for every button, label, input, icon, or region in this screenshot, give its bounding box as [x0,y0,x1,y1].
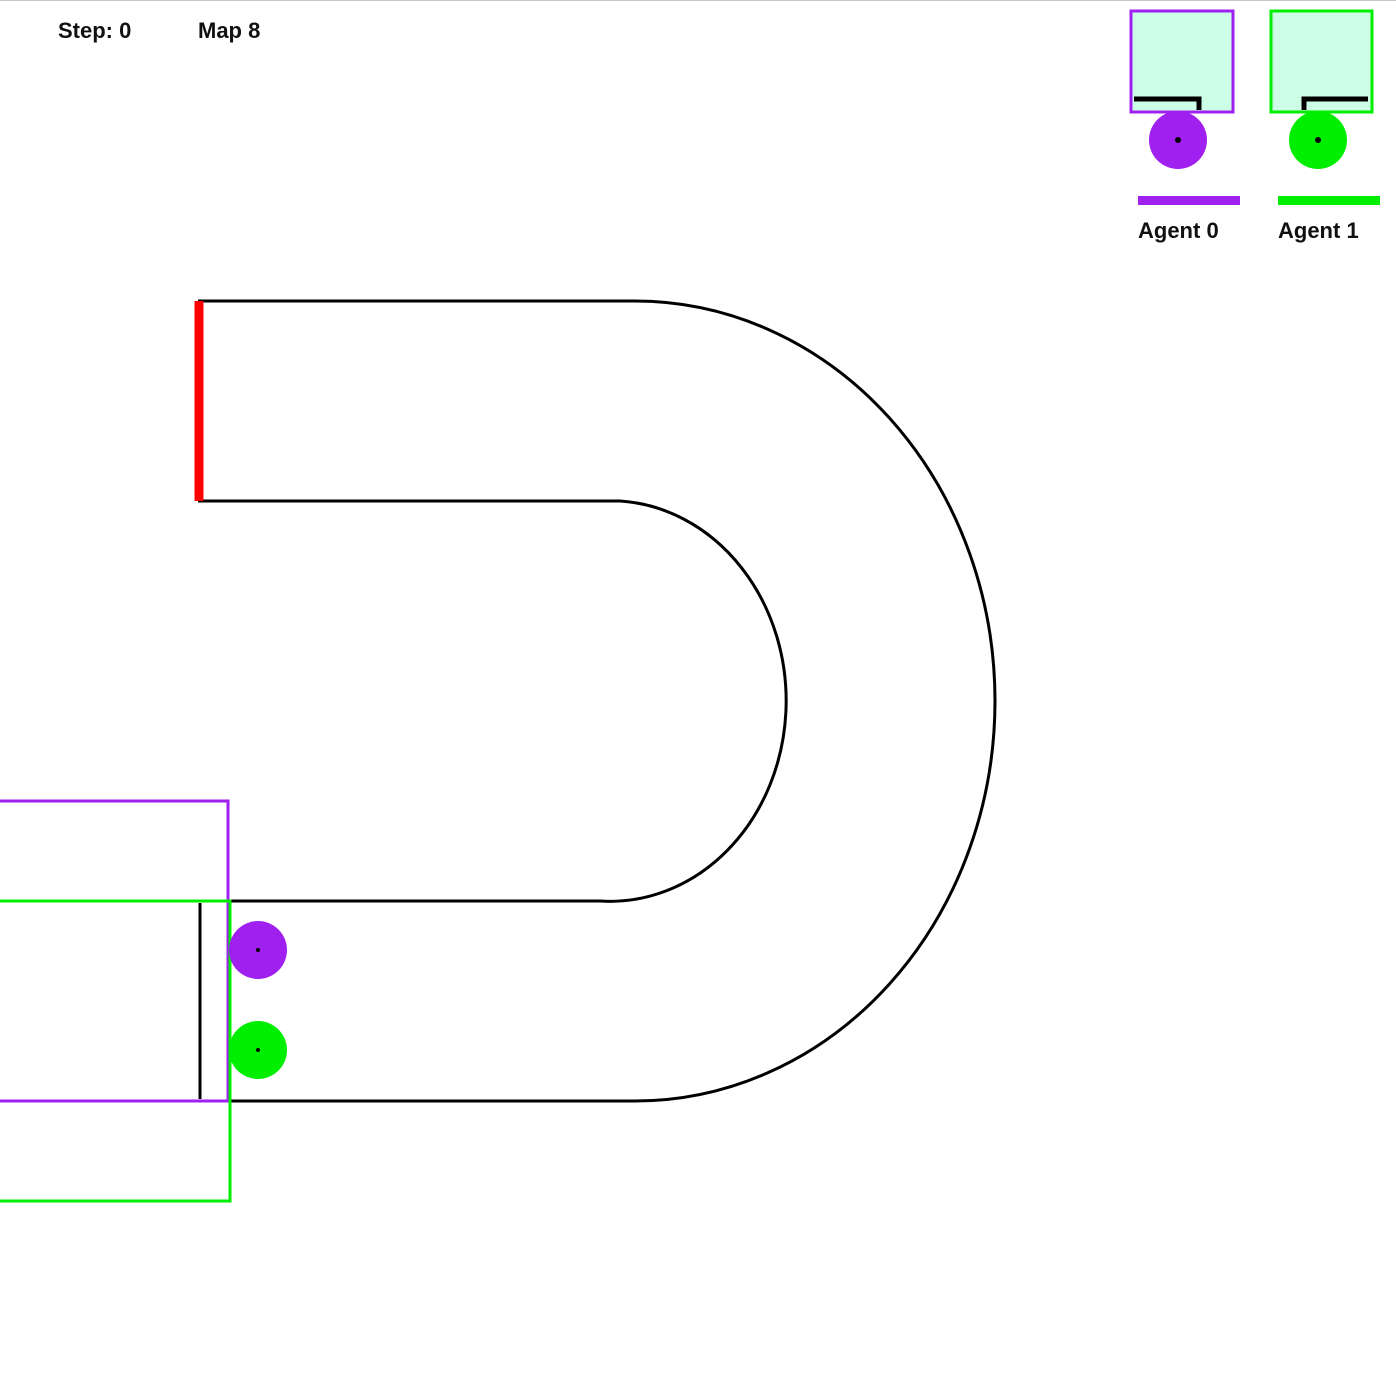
agent-0-marker [229,921,287,979]
agent-0-view-box [0,799,230,1103]
agent-1-color-bar [1278,196,1380,205]
agent-1-marker [229,1021,287,1079]
track [198,299,997,1103]
agent-0-legend [1129,9,1240,205]
track-outer-wall [198,299,997,1103]
agent-0-label: Agent 0 [1138,218,1219,243]
agent-0-color-bar [1138,196,1240,205]
agent-1-legend [1269,9,1380,205]
agent-1-view-box [0,899,232,1203]
agent-1-label: Agent 1 [1278,218,1359,243]
track-inner-wall [198,499,788,903]
game-canvas [0,9,1380,1203]
